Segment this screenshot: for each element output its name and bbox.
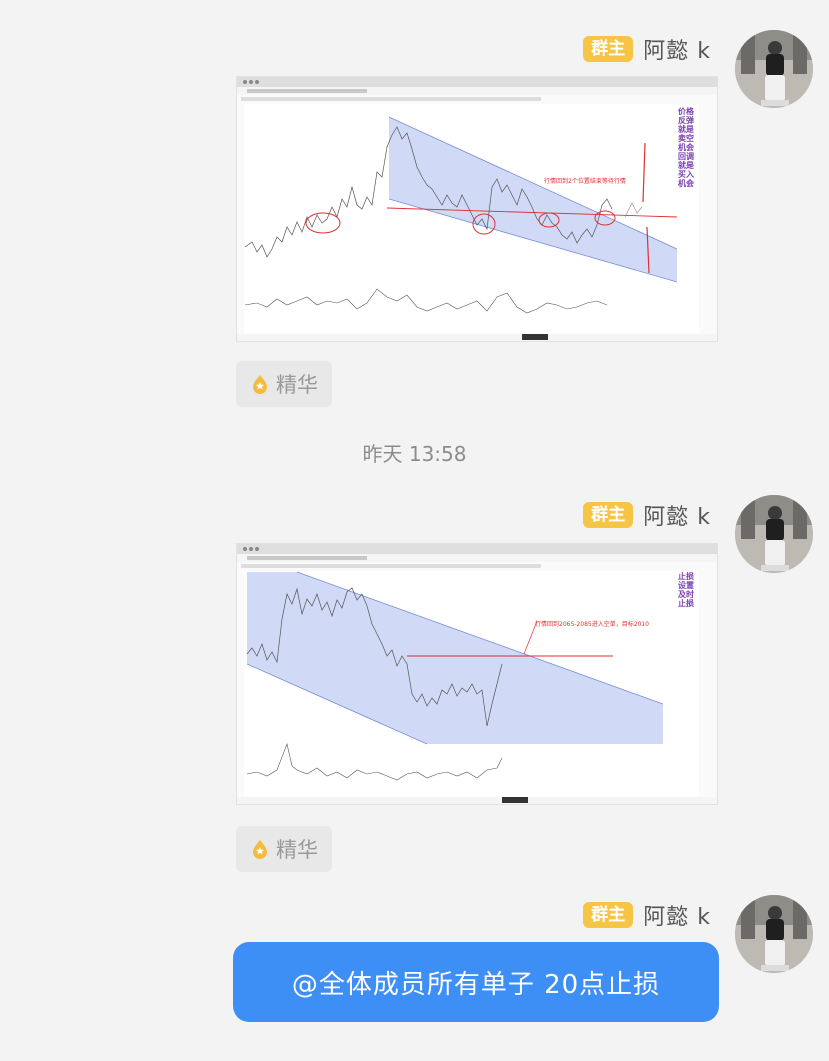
message-header: 群主 阿懿 k bbox=[583, 899, 711, 931]
message-header: 群主 阿懿 k bbox=[583, 33, 711, 65]
chart-screenshot-2[interactable]: 行情回到2065-2085进入空单，目标2010 止损设置 及时止损 bbox=[236, 543, 718, 805]
group-owner-badge: 群主 bbox=[583, 36, 634, 62]
trading-chart-2 bbox=[237, 544, 717, 804]
avatar[interactable] bbox=[735, 30, 813, 108]
chart-screenshot-1[interactable]: 行情回到2个位置结束等待行情 价格反弹就是卖空机会 回调就是买入机会 bbox=[236, 76, 718, 342]
avatar-photo-icon bbox=[735, 895, 813, 973]
avatar[interactable] bbox=[735, 495, 813, 573]
avatar-photo-icon bbox=[735, 30, 813, 108]
essence-label: 精华 bbox=[276, 838, 318, 862]
chart-annotation: 行情回到2个位置结束等待行情 bbox=[544, 178, 626, 185]
chart-side-text: 价格反弹就是卖空机会 回调就是买入机会 bbox=[678, 107, 694, 188]
group-owner-badge: 群主 bbox=[583, 502, 634, 528]
avatar[interactable] bbox=[735, 895, 813, 973]
trading-chart-1 bbox=[237, 77, 717, 341]
essence-label: 精华 bbox=[276, 373, 318, 397]
group-owner-badge: 群主 bbox=[583, 902, 634, 928]
message-text: @全体成员所有单子 20点止损 bbox=[291, 969, 661, 1000]
message-bubble[interactable]: @全体成员所有单子 20点止损 bbox=[233, 942, 719, 1022]
sender-name[interactable]: 阿懿 k bbox=[643, 33, 711, 65]
sender-name[interactable]: 阿懿 k bbox=[643, 899, 711, 931]
chart-side-text: 止损设置 及时止损 bbox=[678, 572, 694, 608]
message-header: 群主 阿懿 k bbox=[583, 499, 711, 531]
sender-name[interactable]: 阿懿 k bbox=[643, 499, 711, 531]
avatar-photo-icon bbox=[735, 495, 813, 573]
essence-drop-icon bbox=[253, 840, 267, 859]
essence-drop-icon bbox=[253, 375, 267, 394]
essence-button[interactable]: 精华 bbox=[236, 826, 332, 872]
chart-annotation: 行情回到2065-2085进入空单，目标2010 bbox=[535, 621, 649, 628]
essence-button[interactable]: 精华 bbox=[236, 361, 332, 407]
timestamp: 昨天 13:58 bbox=[362, 442, 467, 466]
